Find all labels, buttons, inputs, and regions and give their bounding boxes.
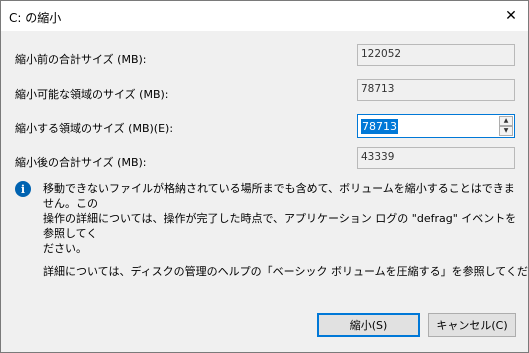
shrinkable-label: 縮小可能な領域のサイズ (MB): xyxy=(15,88,169,101)
shrink-button[interactable]: 縮小(S) xyxy=(317,313,420,337)
shrink-dialog: C: の縮小 ✕ 縮小前の合計サイズ (MB): 122052 縮小可能な領域の… xyxy=(0,0,529,353)
info-icon: i xyxy=(15,181,31,197)
title-bar: C: の縮小 ✕ xyxy=(1,1,528,31)
dialog-content: 縮小前の合計サイズ (MB): 122052 縮小可能な領域のサイズ (MB):… xyxy=(1,31,529,352)
info-message: 移動できないファイルが格納されている場所までも含めて、ボリュームを縮小することは… xyxy=(43,182,517,255)
shrink-amount-input[interactable] xyxy=(360,117,499,135)
shrink-amount-spinbox[interactable]: 78713 ▲ ▼ xyxy=(357,114,515,138)
spin-up-button[interactable]: ▲ xyxy=(499,116,513,126)
total-after-value: 43339 xyxy=(357,147,515,169)
help-reference-text: 詳細については、ディスクの管理のヘルプの「ベーシック ボリュームを圧縮する」を参… xyxy=(43,265,529,278)
total-before-value: 122052 xyxy=(357,44,515,66)
cancel-button[interactable]: キャンセル(C) xyxy=(428,313,516,337)
chevron-down-icon: ▼ xyxy=(503,127,509,134)
chevron-up-icon: ▲ xyxy=(503,117,509,124)
total-before-label: 縮小前の合計サイズ (MB): xyxy=(15,53,147,66)
dialog-title: C: の縮小 xyxy=(9,11,62,25)
spin-buttons: ▲ ▼ xyxy=(499,116,513,136)
spin-down-button[interactable]: ▼ xyxy=(499,126,513,136)
close-icon: ✕ xyxy=(505,8,517,24)
total-after-label: 縮小後の合計サイズ (MB): xyxy=(15,156,147,169)
shrinkable-value: 78713 xyxy=(357,79,515,101)
shrink-amount-label: 縮小する領域のサイズ (MB)(E): xyxy=(15,122,174,135)
close-button[interactable]: ✕ xyxy=(498,3,524,29)
